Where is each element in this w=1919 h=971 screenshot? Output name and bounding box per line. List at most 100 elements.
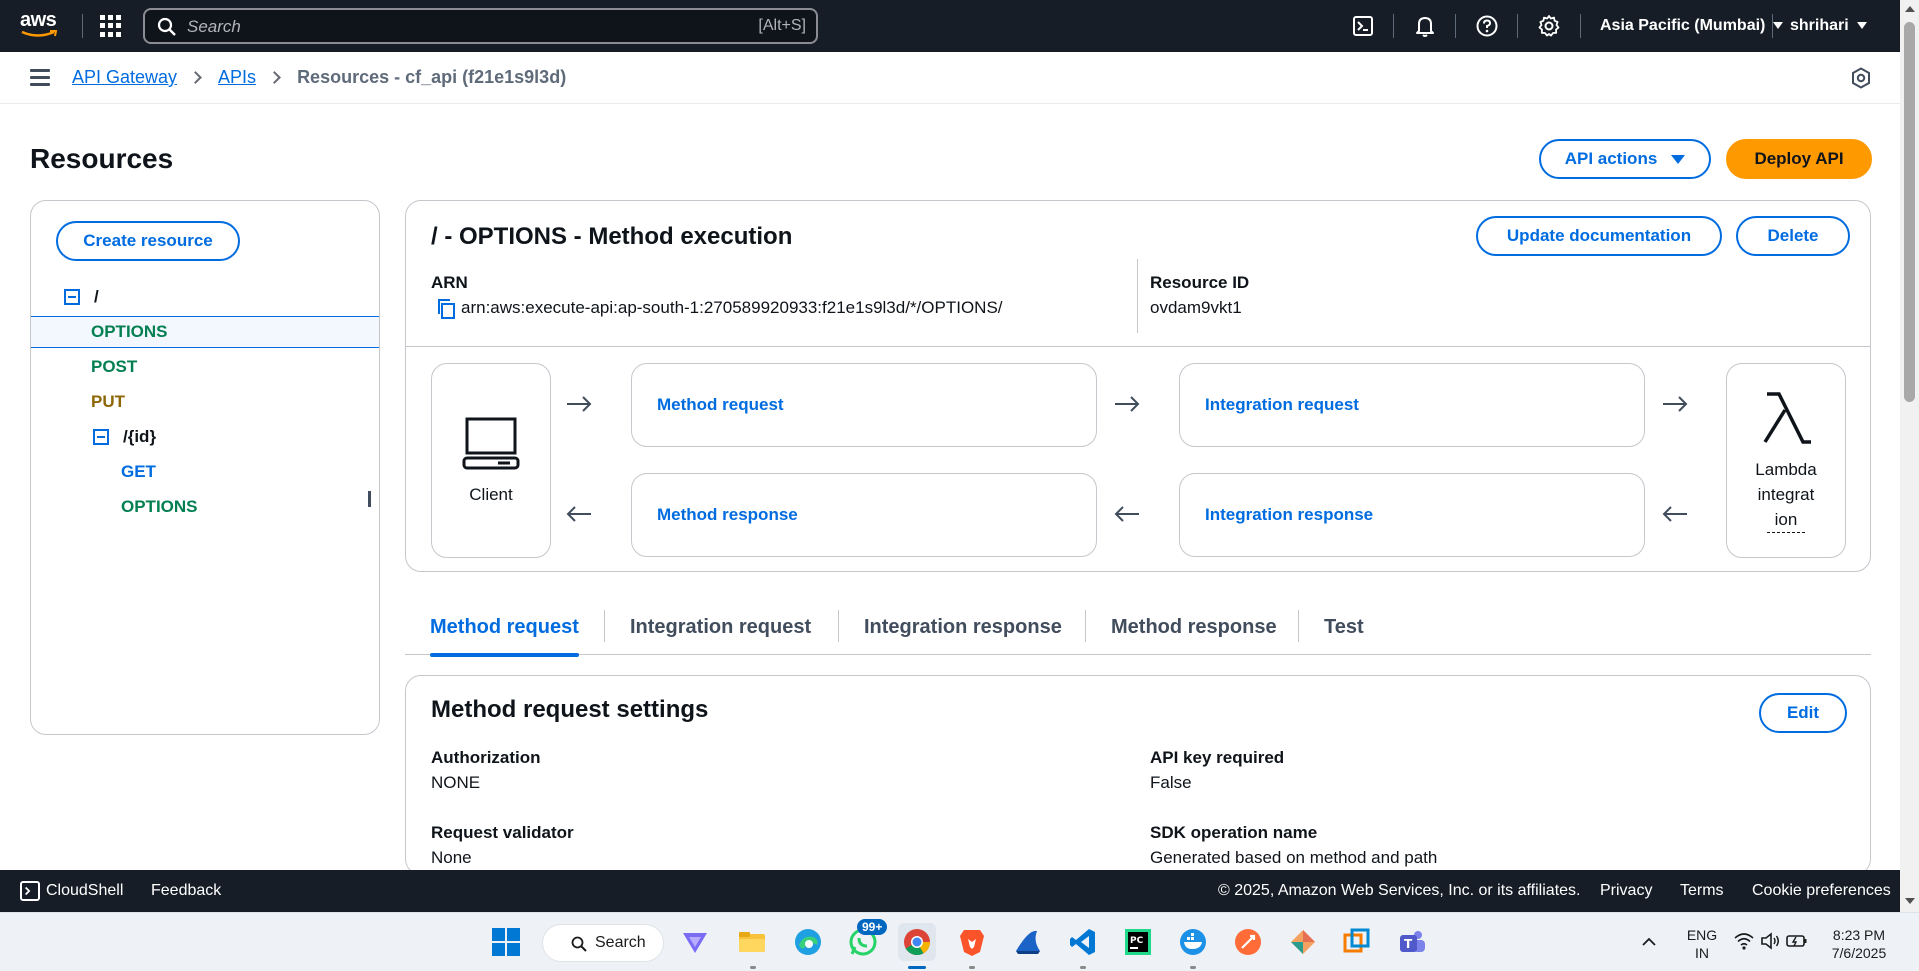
divider (1137, 259, 1138, 333)
taskbar-search[interactable]: Search (542, 924, 664, 962)
teams-icon[interactable]: T (1393, 923, 1431, 961)
clock[interactable]: 8:23 PM 7/6/2025 (1824, 926, 1894, 962)
app-icon[interactable] (1338, 923, 1376, 961)
brave-icon[interactable] (953, 923, 991, 961)
app-icon[interactable] (676, 923, 714, 961)
breadcrumb-current: Resources - cf_api (f21e1s9l3d) (297, 67, 567, 87)
app-icon[interactable] (1009, 923, 1047, 961)
postman-icon[interactable] (1229, 923, 1267, 961)
volume-icon[interactable] (1760, 932, 1780, 950)
tree-method-get[interactable]: GET (31, 456, 379, 488)
chevron-right-icon (268, 71, 281, 84)
breadcrumb-apis[interactable]: APIs (218, 67, 256, 88)
edge-icon[interactable] (789, 923, 827, 961)
lambda-icon (1763, 392, 1811, 444)
info-panel-icon[interactable] (1851, 67, 1871, 89)
caret-down-icon (1856, 22, 1867, 30)
region-code: IN (1695, 945, 1709, 961)
copy-icon[interactable] (436, 298, 456, 320)
create-resource-button[interactable]: Create resource (56, 221, 240, 261)
update-documentation-button[interactable]: Update documentation (1476, 216, 1722, 256)
tree-method-post[interactable]: POST (31, 351, 379, 383)
wifi-icon[interactable] (1734, 932, 1754, 950)
docker-icon[interactable] (1174, 923, 1212, 961)
tab-method-request[interactable]: Method request (430, 600, 579, 657)
terms-link[interactable]: Terms (1680, 882, 1724, 900)
language-indicator[interactable]: ENG IN (1682, 926, 1722, 962)
cloudshell-icon[interactable] (1351, 14, 1375, 38)
tree-method-options-id[interactable]: OPTIONS (31, 491, 379, 523)
deploy-api-button[interactable]: Deploy API (1726, 139, 1872, 179)
user-name: shrihari (1790, 17, 1849, 34)
method-request-box[interactable]: Method request (631, 363, 1097, 447)
tab-integration-response[interactable]: Integration response (864, 600, 1062, 655)
integration-request-box[interactable]: Integration request (1179, 363, 1645, 447)
caret-down-icon (1671, 154, 1686, 164)
method-request-link[interactable]: Method request (657, 395, 784, 415)
tab-integration-request[interactable]: Integration request (630, 600, 811, 655)
edit-button[interactable]: Edit (1759, 693, 1847, 733)
method-execution-card: / - OPTIONS - Method execution Update do… (405, 200, 1871, 572)
api-actions-label: API actions (1564, 149, 1658, 168)
request-validator-label: Request validator (431, 823, 574, 842)
collapse-icon[interactable] (64, 289, 80, 305)
top-navigation: aws [Alt+S] Asia Pacific ( (0, 0, 1900, 52)
scrollbar-thumb[interactable] (1904, 22, 1915, 402)
api-actions-button[interactable]: API actions (1539, 139, 1711, 179)
panel-resize-handle[interactable] (368, 491, 371, 507)
tree-method-options[interactable]: OPTIONS (31, 316, 379, 348)
delete-button[interactable]: Delete (1736, 216, 1850, 256)
chevron-up-icon[interactable] (1641, 937, 1657, 947)
collapse-icon[interactable] (93, 429, 109, 445)
lambda-label-line: ion (1766, 507, 1806, 533)
search-input[interactable] (187, 16, 687, 38)
integration-response-link[interactable]: Integration response (1205, 505, 1373, 525)
cloudshell-link[interactable]: CloudShell (46, 882, 123, 900)
arn-value: arn:aws:execute-api:ap-south-1:270589920… (461, 298, 1003, 317)
sdk-operation-label: SDK operation name (1150, 823, 1318, 842)
method-response-link[interactable]: Method response (657, 505, 798, 525)
privacy-link[interactable]: Privacy (1600, 882, 1652, 900)
bell-icon[interactable] (1413, 14, 1437, 38)
vscode-icon[interactable] (1064, 923, 1102, 961)
aws-logo[interactable]: aws (20, 9, 62, 39)
client-label: Client (469, 485, 513, 504)
breadcrumb-api-gateway[interactable]: API Gateway (72, 67, 177, 88)
page-scrollbar[interactable] (1900, 0, 1919, 912)
tab-test[interactable]: Test (1324, 600, 1364, 655)
help-icon[interactable] (1475, 14, 1499, 38)
chrome-icon[interactable] (898, 923, 936, 961)
integration-response-box[interactable]: Integration response (1179, 473, 1645, 557)
services-grid-icon[interactable] (100, 15, 122, 37)
request-validator-value: None (431, 848, 472, 867)
lambda-integration-label[interactable]: Lambda integrat ion (1727, 457, 1845, 533)
scroll-down-icon[interactable] (1905, 898, 1915, 904)
tab-method-response[interactable]: Method response (1111, 600, 1277, 655)
scroll-up-icon[interactable] (1905, 6, 1915, 12)
battery-icon[interactable] (1786, 933, 1808, 949)
cookie-preferences-link[interactable]: Cookie preferences (1752, 882, 1891, 900)
taskbar-search-label: Search (595, 934, 646, 951)
menu-icon[interactable] (30, 69, 50, 86)
method-response-box[interactable]: Method response (631, 473, 1097, 557)
nav-divider (1580, 14, 1581, 38)
notification-badge: 99+ (857, 919, 888, 935)
pycharm-icon[interactable]: PC (1119, 923, 1157, 961)
lambda-integration-box[interactable]: Lambda integrat ion (1726, 363, 1846, 558)
tree-node-id[interactable]: /{id} (31, 421, 379, 453)
integration-request-link[interactable]: Integration request (1205, 395, 1359, 415)
tree-method-put[interactable]: PUT (31, 386, 379, 418)
search-box[interactable]: [Alt+S] (143, 8, 818, 44)
lambda-label-line: Lambda (1755, 460, 1817, 479)
feedback-link[interactable]: Feedback (151, 882, 221, 900)
user-menu[interactable]: shrihari (1790, 17, 1867, 35)
sdk-operation-value: Generated based on method and path (1150, 848, 1438, 867)
region-selector[interactable]: Asia Pacific (Mumbai) (1600, 17, 1784, 35)
tree-node-root[interactable]: / (31, 281, 379, 313)
laptop-icon (462, 417, 520, 470)
gear-icon[interactable] (1537, 14, 1561, 38)
app-icon[interactable] (1284, 923, 1322, 961)
windows-start-icon[interactable] (487, 923, 525, 961)
cloudshell-icon[interactable] (20, 881, 40, 901)
file-explorer-icon[interactable] (733, 923, 771, 961)
